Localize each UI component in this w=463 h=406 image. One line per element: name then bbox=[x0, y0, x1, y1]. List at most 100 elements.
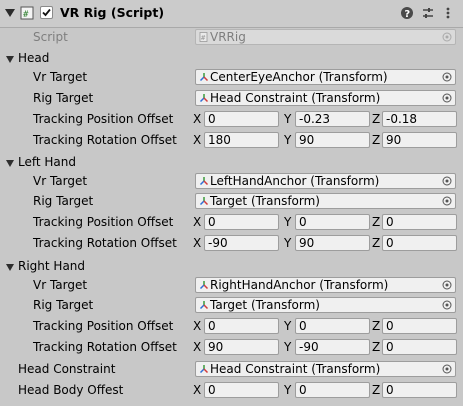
left-hand-foldout[interactable]: Left Hand bbox=[0, 152, 463, 173]
script-field: # VRRig bbox=[195, 29, 456, 45]
y-axis-label: Y bbox=[284, 215, 292, 229]
inspector-panel: # VR Rig (Script) ? Script # VRRig Head … bbox=[0, 0, 463, 406]
head-body-offset-label: Head Body Offest bbox=[18, 383, 124, 397]
y-axis-label: Y bbox=[284, 133, 292, 147]
left-hand-rotation-x-field[interactable]: -90 bbox=[204, 235, 279, 251]
head-body-offset-row: Head Body Offest X 0 Y 0 Z 0 bbox=[0, 380, 463, 401]
head-position-z-field[interactable]: -0.18 bbox=[382, 111, 457, 127]
right-hand-position-x-field[interactable]: 0 bbox=[204, 318, 279, 334]
tracking-rotation-offset-label: Tracking Rotation Offset bbox=[33, 133, 177, 147]
foldout-arrow-icon[interactable] bbox=[6, 264, 14, 271]
right-hand-rotation-y-field[interactable]: -90 bbox=[295, 339, 370, 355]
object-picker-icon[interactable] bbox=[442, 280, 452, 290]
y-axis-label: Y bbox=[284, 236, 292, 250]
y-axis-label: Y bbox=[284, 319, 292, 333]
vr-target-label: Vr Target bbox=[33, 278, 88, 292]
right-hand-rotation-offset-row: Tracking Rotation Offset X 90 Y -90 Z 0 bbox=[0, 337, 463, 358]
head-position-y-field[interactable]: -0.23 bbox=[295, 111, 370, 127]
y-axis-label: Y bbox=[284, 112, 292, 126]
z-axis-label: Z bbox=[372, 215, 381, 229]
head-rig-target-row: Rig Target Head Constraint (Transform) bbox=[0, 88, 463, 109]
script-row: Script # VRRig bbox=[0, 27, 463, 48]
tracking-position-offset-label: Tracking Position Offset bbox=[33, 215, 174, 229]
transform-icon bbox=[199, 197, 209, 206]
collapse-arrow-icon[interactable] bbox=[5, 9, 15, 17]
head-rotation-x-field[interactable]: 180 bbox=[204, 132, 279, 148]
foldout-arrow-icon[interactable] bbox=[6, 56, 14, 63]
script-label: Script bbox=[33, 30, 68, 44]
object-picker-icon[interactable] bbox=[442, 300, 452, 310]
script-file-icon: # bbox=[199, 32, 208, 42]
right-hand-position-z-field[interactable]: 0 bbox=[382, 318, 457, 334]
script-icon: # bbox=[20, 6, 34, 20]
object-picker-icon[interactable] bbox=[442, 72, 452, 82]
help-icon[interactable]: ? bbox=[400, 6, 414, 20]
tracking-position-offset-label: Tracking Position Offset bbox=[33, 319, 174, 333]
head-rig-target-value: Head Constraint (Transform) bbox=[210, 91, 381, 105]
right-hand-label: Right Hand bbox=[18, 259, 86, 273]
vr-target-label: Vr Target bbox=[33, 70, 88, 84]
z-axis-label: Z bbox=[372, 319, 381, 333]
vr-target-label: Vr Target bbox=[33, 174, 88, 188]
head-rotation-y-field[interactable]: 90 bbox=[295, 132, 370, 148]
head-constraint-field[interactable]: Head Constraint (Transform) bbox=[195, 361, 456, 377]
x-axis-label: X bbox=[193, 215, 202, 229]
context-menu-icon[interactable] bbox=[441, 6, 455, 20]
left-hand-position-x-field[interactable]: 0 bbox=[204, 214, 279, 230]
component-header[interactable]: # VR Rig (Script) ? bbox=[0, 0, 463, 28]
x-axis-label: X bbox=[193, 133, 202, 147]
object-picker-icon[interactable] bbox=[442, 176, 452, 186]
rig-target-label: Rig Target bbox=[33, 194, 94, 208]
head-foldout[interactable]: Head bbox=[0, 48, 463, 69]
left-hand-rig-target-field[interactable]: Target (Transform) bbox=[195, 193, 456, 209]
object-picker-icon[interactable] bbox=[442, 93, 452, 103]
head-constraint-row: Head Constraint Head Constraint (Transfo… bbox=[0, 359, 463, 380]
left-hand-rig-target-row: Rig Target Target (Transform) bbox=[0, 191, 463, 212]
presets-icon[interactable] bbox=[421, 6, 435, 20]
head-position-x-field[interactable]: 0 bbox=[204, 111, 279, 127]
x-axis-label: X bbox=[193, 112, 202, 126]
left-hand-vr-target-field[interactable]: LeftHandAnchor (Transform) bbox=[195, 173, 456, 189]
head-body-offset-y-field[interactable]: 0 bbox=[295, 382, 370, 398]
right-hand-rig-target-row: Rig Target Target (Transform) bbox=[0, 295, 463, 316]
right-hand-foldout[interactable]: Right Hand bbox=[0, 256, 463, 277]
transform-icon bbox=[199, 73, 209, 82]
left-hand-position-z-field[interactable]: 0 bbox=[382, 214, 457, 230]
checkmark-icon bbox=[42, 8, 51, 17]
left-hand-rotation-y-field[interactable]: 90 bbox=[295, 235, 370, 251]
right-hand-position-y-field[interactable]: 0 bbox=[295, 318, 370, 334]
head-body-offset-z-field[interactable]: 0 bbox=[382, 382, 457, 398]
right-hand-vr-target-value: RightHandAnchor (Transform) bbox=[210, 278, 389, 292]
object-picker-icon[interactable] bbox=[442, 364, 452, 374]
right-hand-rig-target-value: Target (Transform) bbox=[210, 298, 320, 312]
right-hand-position-offset-row: Tracking Position Offset X 0 Y 0 Z 0 bbox=[0, 316, 463, 337]
z-axis-label: Z bbox=[372, 383, 381, 397]
right-hand-rotation-x-field[interactable]: 90 bbox=[204, 339, 279, 355]
head-vr-target-value: CenterEyeAnchor (Transform) bbox=[210, 70, 388, 84]
head-rig-target-field[interactable]: Head Constraint (Transform) bbox=[195, 90, 456, 106]
left-hand-rig-target-value: Target (Transform) bbox=[210, 194, 320, 208]
z-axis-label: Z bbox=[372, 340, 381, 354]
y-axis-label: Y bbox=[284, 340, 292, 354]
head-vr-target-row: Vr Target CenterEyeAnchor (Transform) bbox=[0, 67, 463, 88]
svg-text:?: ? bbox=[404, 9, 410, 20]
object-picker-icon[interactable] bbox=[442, 196, 452, 206]
transform-icon bbox=[199, 301, 209, 310]
left-hand-vr-target-value: LeftHandAnchor (Transform) bbox=[210, 174, 380, 188]
head-vr-target-field[interactable]: CenterEyeAnchor (Transform) bbox=[195, 69, 456, 85]
head-rotation-z-field[interactable]: 90 bbox=[382, 132, 457, 148]
y-axis-label: Y bbox=[284, 383, 292, 397]
left-hand-vr-target-row: Vr Target LeftHandAnchor (Transform) bbox=[0, 171, 463, 192]
right-hand-vr-target-field[interactable]: RightHandAnchor (Transform) bbox=[195, 277, 456, 293]
left-hand-rotation-z-field[interactable]: 0 bbox=[382, 235, 457, 251]
head-rotation-offset-row: Tracking Rotation Offset X 180 Y 90 Z 90 bbox=[0, 130, 463, 151]
right-hand-rig-target-field[interactable]: Target (Transform) bbox=[195, 297, 456, 313]
left-hand-position-y-field[interactable]: 0 bbox=[295, 214, 370, 230]
right-hand-rotation-z-field[interactable]: 0 bbox=[382, 339, 457, 355]
head-constraint-value: Head Constraint (Transform) bbox=[210, 362, 381, 376]
foldout-arrow-icon[interactable] bbox=[6, 160, 14, 167]
enabled-checkbox[interactable] bbox=[40, 6, 53, 19]
head-body-offset-x-field[interactable]: 0 bbox=[204, 382, 279, 398]
transform-icon bbox=[199, 281, 209, 290]
script-value: VRRig bbox=[210, 30, 246, 44]
